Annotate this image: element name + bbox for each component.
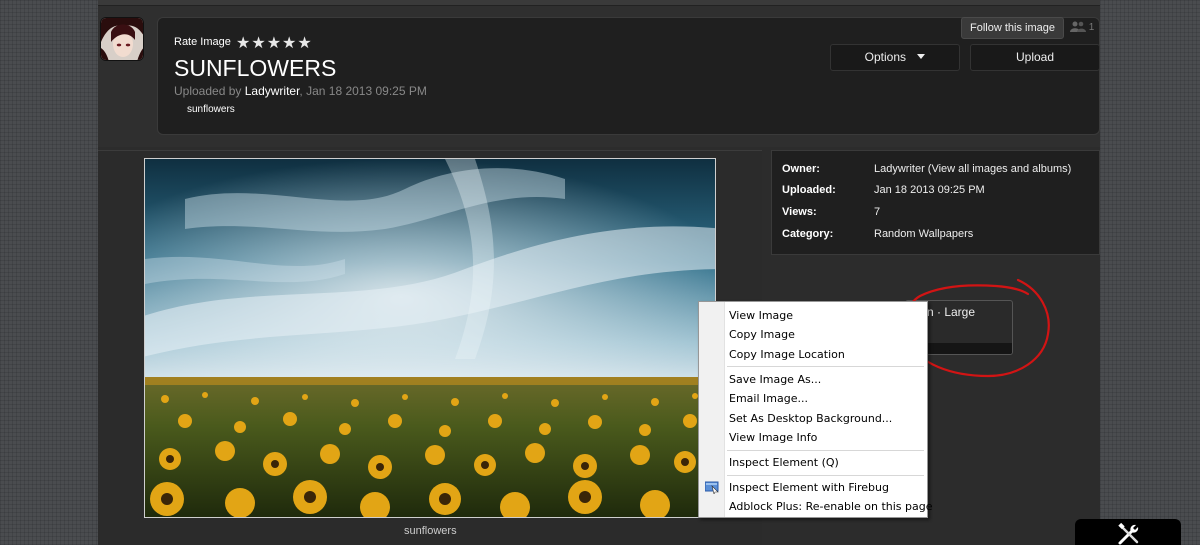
info-key: Uploaded: — [782, 184, 836, 196]
info-key: Views: — [782, 206, 817, 218]
options-label: Options — [864, 50, 906, 64]
firebug-icon — [705, 481, 719, 494]
context-menu: View Image Copy Image Copy Image Locatio… — [698, 301, 933, 518]
menu-item-email-image[interactable]: Email Image... — [729, 392, 808, 405]
upload-button[interactable]: Upload — [970, 44, 1100, 71]
options-button[interactable]: Options — [830, 44, 960, 71]
info-row-views: Views: 7 — [782, 206, 880, 218]
avatar[interactable] — [100, 17, 144, 61]
menu-item-copy-image[interactable]: Copy Image — [729, 328, 795, 341]
tools-icon — [1118, 522, 1139, 545]
menu-item-save-image-as[interactable]: Save Image As... — [729, 373, 821, 386]
menu-separator — [727, 366, 924, 367]
follow-count: 1 — [1070, 21, 1094, 33]
menu-separator — [727, 450, 924, 451]
menu-item-inspect-element[interactable]: Inspect Element (Q) — [729, 456, 839, 469]
main-image[interactable] — [144, 158, 716, 518]
info-value: 7 — [874, 206, 881, 218]
info-row-category: Category: Random Wallpapers — [782, 228, 973, 240]
info-row-uploaded: Uploaded: Jan 18 2013 09:25 PM — [782, 184, 985, 196]
info-row-owner: Owner: Ladywriter (View all images and a… — [782, 163, 1071, 175]
people-icon — [1070, 21, 1086, 32]
size-option-label: n · Large — [927, 305, 976, 319]
info-key: Category: — [782, 228, 834, 240]
image-caption: sunflowers — [404, 525, 457, 537]
uploaded-by-line: Uploaded by Ladywriter, Jan 18 2013 09:2… — [174, 84, 427, 98]
menu-item-set-desktop-background[interactable]: Set As Desktop Background... — [729, 412, 892, 425]
follower-count: 1 — [1088, 22, 1095, 33]
info-key: Owner: — [782, 163, 820, 175]
caret-down-icon — [917, 54, 926, 59]
uploaded-date: , Jan 18 2013 09:25 PM — [299, 84, 427, 98]
rate-image-label: Rate Image — [174, 36, 231, 48]
menu-item-adblock-reenable[interactable]: Adblock Plus: Re-enable on this page — [729, 500, 933, 513]
uploader-link[interactable]: Ladywriter — [245, 84, 300, 98]
uploaded-prefix: Uploaded by — [174, 84, 245, 98]
page-title: SUNFLOWERS — [174, 55, 337, 81]
menu-item-inspect-with-firebug[interactable]: Inspect Element with Firebug — [729, 481, 889, 494]
tag-link[interactable]: sunflowers — [187, 104, 235, 115]
tools-widget[interactable] — [1075, 519, 1181, 545]
info-value: Jan 18 2013 09:25 PM — [874, 184, 985, 196]
menu-item-view-image[interactable]: View Image — [729, 309, 793, 322]
star-icon[interactable]: ★★★★★ — [236, 33, 313, 52]
menu-separator — [727, 475, 924, 476]
follow-image-button[interactable]: Follow this image — [961, 17, 1064, 39]
owner-link[interactable]: Ladywriter (View all images and albums) — [874, 163, 1114, 175]
menu-item-view-image-info[interactable]: View Image Info — [729, 431, 817, 444]
category-link[interactable]: Random Wallpapers — [874, 228, 1114, 240]
menu-item-copy-image-location[interactable]: Copy Image Location — [729, 348, 845, 361]
